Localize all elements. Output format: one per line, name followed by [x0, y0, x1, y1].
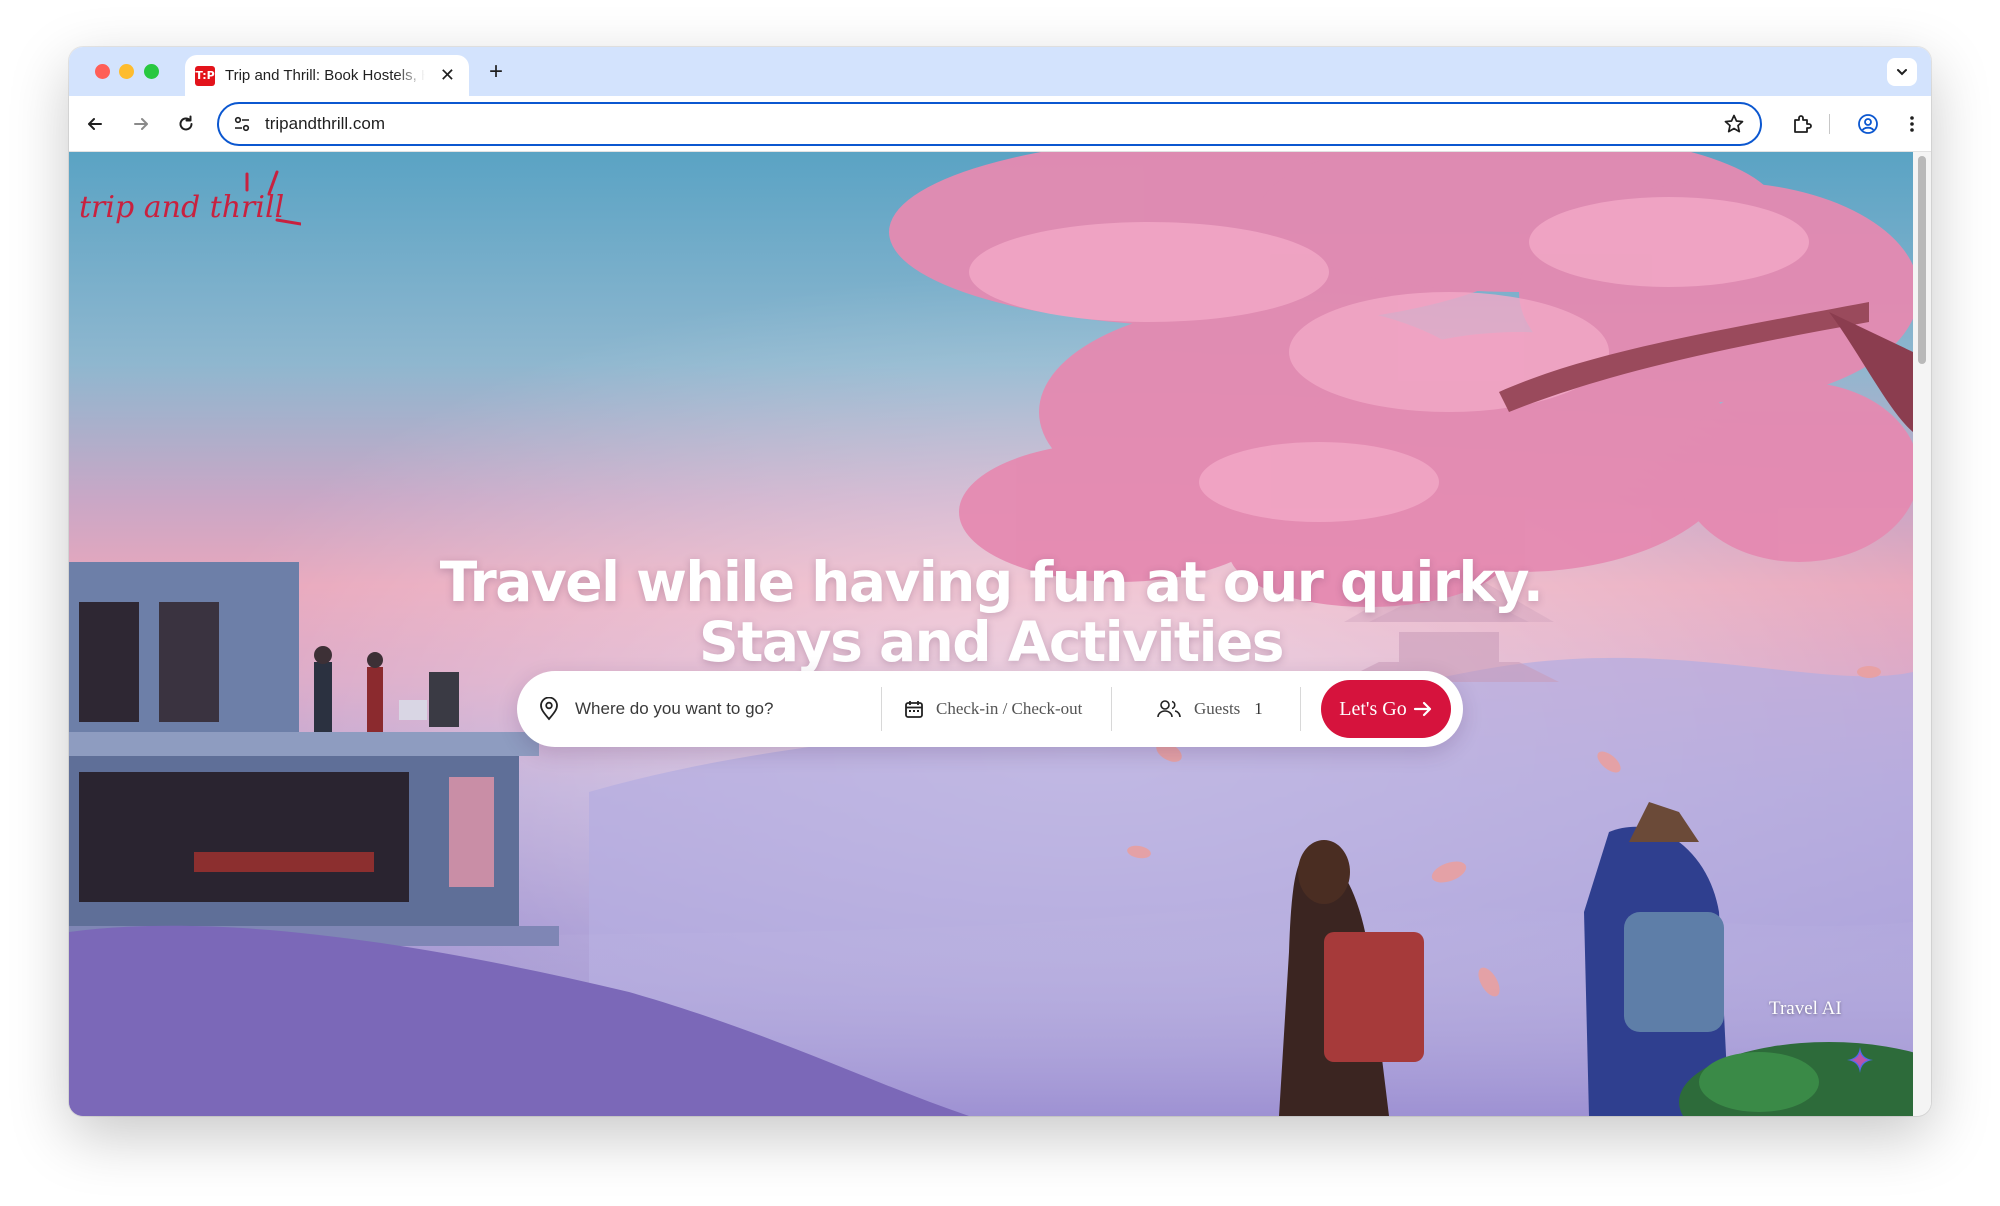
tab-close-icon[interactable]: ✕ [440, 65, 455, 86]
arrow-left-icon [88, 118, 102, 130]
guests-count: 1 [1254, 699, 1263, 718]
users-icon [1157, 700, 1181, 718]
ai-sparkle-icon[interactable] [1845, 1045, 1875, 1075]
browser-window: T:P Trip and Thrill: Book Hostels, Hotel… [69, 47, 1931, 1116]
toolbar-divider [1829, 114, 1830, 134]
site-logo[interactable]: trip and thrill [79, 162, 301, 252]
search-divider [1300, 687, 1301, 731]
destination-input[interactable] [575, 699, 865, 719]
url-text: tripandthrill.com [265, 114, 385, 133]
arrow-right-icon [1413, 701, 1431, 717]
minimize-window-button[interactable] [119, 64, 134, 79]
arrow-right-icon [134, 118, 148, 130]
browser-menu-button[interactable] [1896, 108, 1928, 140]
scrollbar-thumb[interactable] [1918, 156, 1926, 364]
site-favicon-icon: T:P [195, 65, 215, 86]
dates-label: Check-in / Check-out [936, 699, 1083, 718]
page-scrollbar[interactable] [1913, 152, 1931, 1116]
tab-strip: T:P Trip and Thrill: Book Hostels, Hotel… [69, 47, 1931, 96]
lets-go-label: Let's Go [1339, 697, 1407, 720]
headline-line-2: Stays and Activities [698, 610, 1285, 674]
puzzle-icon [1794, 115, 1812, 133]
travel-ai-label[interactable]: Travel AI [1769, 998, 1842, 1020]
reload-button[interactable] [170, 108, 202, 140]
guests-label: Guests [1194, 699, 1241, 718]
page-viewport: trip and thrill Travel while having fun … [69, 152, 1931, 1116]
back-button[interactable] [79, 108, 111, 140]
calendar-icon [905, 701, 923, 718]
date-picker[interactable]: Check-in / Check-out [882, 671, 1111, 747]
extensions-button[interactable] [1786, 108, 1818, 140]
reload-icon [179, 115, 193, 131]
hero-section: trip and thrill Travel while having fun … [69, 152, 1913, 1116]
browser-tab-active[interactable]: T:P Trip and Thrill: Book Hostels, Hotel… [185, 55, 469, 96]
bookmark-star-icon[interactable] [1722, 112, 1746, 136]
browser-toolbar: tripandthrill.com [69, 96, 1931, 152]
headline-line-1: Travel while having fun at our quirky. [439, 550, 1544, 614]
lets-go-button[interactable]: Let's Go [1321, 680, 1451, 738]
account-circle-icon [1858, 114, 1878, 134]
guests-selector[interactable]: Guests 1 [1112, 671, 1300, 747]
destination-field[interactable] [517, 671, 881, 747]
search-bar: Check-in / Check-out Guests 1 Let's Go [517, 671, 1463, 747]
site-settings-icon[interactable] [231, 113, 253, 135]
chevron-down-icon [1897, 69, 1907, 76]
more-vertical-icon [1910, 116, 1914, 132]
forward-button[interactable] [125, 108, 157, 140]
close-window-button[interactable] [95, 64, 110, 79]
tab-title: Trip and Thrill: Book Hostels, Hotels & … [225, 67, 425, 84]
profile-button[interactable] [1852, 108, 1884, 140]
logo-text: trip and thrill [79, 190, 284, 225]
maximize-window-button[interactable] [144, 64, 159, 79]
new-tab-button[interactable]: + [481, 57, 511, 87]
hero-headline: Travel while having fun at our quirky. S… [69, 552, 1913, 672]
address-bar[interactable]: tripandthrill.com [217, 102, 1762, 146]
location-pin-icon [540, 697, 558, 721]
tab-search-button[interactable] [1887, 58, 1917, 86]
